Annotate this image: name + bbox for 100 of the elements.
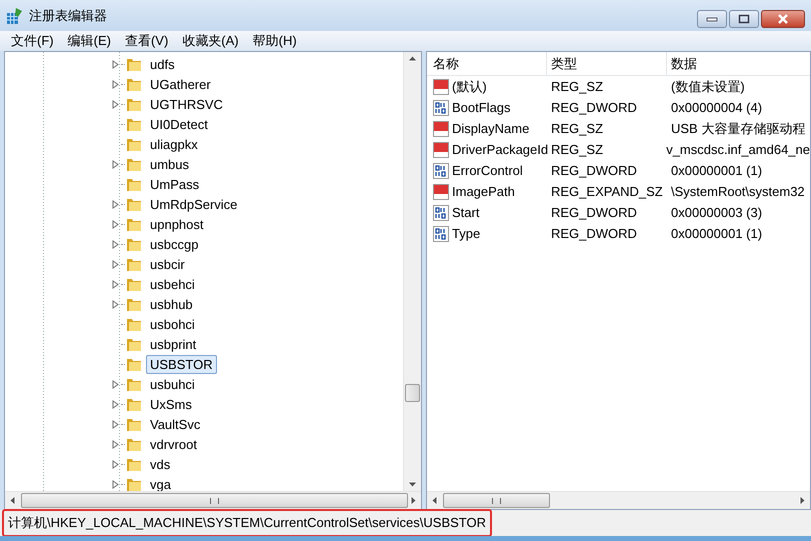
horizontal-scrollbar[interactable] [427,491,810,509]
value-type: REG_SZ [550,79,604,94]
scroll-right-icon[interactable] [800,496,805,505]
tree-item[interactable]: umbus [146,154,194,174]
binary-value-icon [433,204,449,220]
string-value-icon [433,142,449,158]
expand-arrow-icon[interactable] [112,440,119,448]
folder-icon [126,336,142,352]
binary-value-icon [433,162,449,178]
column-header[interactable]: 数据 [667,52,810,75]
scroll-left-icon[interactable] [10,496,15,505]
value-name[interactable]: DriverPackageId [452,142,548,157]
vertical-scrollbar[interactable] [403,52,421,491]
minimize-button[interactable] [697,10,727,28]
expand-arrow-icon[interactable] [112,80,119,88]
column-header[interactable]: 名称 [427,52,547,75]
binary-value-icon [433,226,449,242]
folder-icon [126,196,142,212]
tree-item[interactable]: UxSms [146,394,196,414]
folder-icon [126,116,142,132]
value-type: REG_EXPAND_SZ [550,184,664,199]
close-button[interactable] [761,10,805,28]
value-data: USB 大容量存储驱动程 [670,120,806,138]
tree-item[interactable]: usbprint [146,334,200,354]
value-data: v_mscdsc.inf_amd64_ne [665,142,810,157]
horizontal-scrollbar[interactable] [5,491,421,509]
tree-item[interactable]: UGTHRSVC [146,94,227,114]
expand-arrow-icon[interactable] [112,200,119,208]
expand-arrow-icon[interactable] [112,300,119,308]
tree-item[interactable]: usbuhci [146,374,199,394]
string-value-icon [433,120,449,136]
maximize-button[interactable] [729,10,759,28]
menu-item[interactable]: 帮助(H) [252,32,297,50]
expand-arrow-icon[interactable] [112,480,119,488]
status-path: 计算机\HKEY_LOCAL_MACHINE\SYSTEM\CurrentControlSet\services\USBSTOR [2,509,492,536]
folder-icon [126,296,142,312]
expand-arrow-icon[interactable] [112,420,119,428]
tree-item[interactable]: UI0Detect [146,114,212,134]
folder-icon [126,376,142,392]
close-icon [776,14,790,24]
menu-item[interactable]: 收藏夹(A) [182,32,239,50]
string-value-icon [433,78,449,94]
value-name[interactable]: ImagePath [452,184,515,199]
tree-item[interactable]: usbhub [146,294,197,314]
registry-icon [6,6,24,24]
value-name[interactable]: DisplayName [452,121,530,136]
tree-item[interactable]: usbccgp [146,234,202,254]
value-name[interactable]: Start [452,205,480,220]
expand-arrow-icon[interactable] [112,260,119,268]
folder-icon [126,356,142,372]
folder-icon [126,56,142,72]
tree-item[interactable]: usbohci [146,314,199,334]
value-data: 0x00000001 (1) [670,226,762,241]
menu-item[interactable]: 文件(F) [11,32,54,50]
folder-icon [126,236,142,252]
expand-arrow-icon[interactable] [112,280,119,288]
menu-item[interactable]: 查看(V) [124,32,168,50]
tree-item[interactable]: udfs [146,54,179,74]
value-type: REG_SZ [550,142,604,157]
expand-arrow-icon[interactable] [112,60,119,68]
tree-item[interactable]: upnphost [146,214,208,234]
value-name[interactable]: BootFlags [452,100,511,115]
column-header[interactable]: 类型 [547,52,667,75]
tree-item[interactable]: usbehci [146,274,199,294]
scroll-right-icon[interactable] [411,496,416,505]
menu-item[interactable]: 编辑(E) [68,32,111,50]
value-type: REG_DWORD [550,226,638,241]
expand-arrow-icon[interactable] [112,400,119,408]
expand-arrow-icon[interactable] [112,380,119,388]
folder-icon [126,436,142,452]
expand-arrow-icon[interactable] [112,460,119,468]
scroll-down-icon[interactable] [408,482,417,487]
tree-item[interactable]: UmRdpService [146,194,242,214]
tree-item[interactable]: VaultSvc [146,414,204,434]
scroll-up-icon[interactable] [408,56,417,61]
value-type: REG_SZ [550,121,604,136]
value-type: REG_DWORD [550,205,638,220]
folder-icon [126,456,142,472]
value-name[interactable]: (默认) [452,78,487,96]
folder-icon [126,316,142,332]
window-title: 注册表编辑器 [29,6,107,24]
expand-arrow-icon[interactable] [112,160,119,168]
value-data: 0x00000001 (1) [670,163,762,178]
tree-item[interactable]: uliagpkx [146,134,202,154]
folder-icon [126,396,142,412]
scroll-thumb[interactable] [405,384,420,402]
value-name[interactable]: Type [452,226,480,241]
tree-item[interactable]: UGatherer [146,74,215,94]
tree-item[interactable]: vga [146,474,175,491]
scroll-left-icon[interactable] [432,496,437,505]
tree-item[interactable]: usbcir [146,254,189,274]
tree-item[interactable]: vds [146,454,174,474]
tree-item[interactable]: USBSTOR [146,354,217,374]
value-name[interactable]: ErrorControl [452,163,523,178]
expand-arrow-icon[interactable] [112,220,119,228]
tree-item[interactable]: vdrvroot [146,434,201,454]
folder-icon [126,176,142,192]
tree-item[interactable]: UmPass [146,174,204,194]
expand-arrow-icon[interactable] [112,100,119,108]
expand-arrow-icon[interactable] [112,240,119,248]
